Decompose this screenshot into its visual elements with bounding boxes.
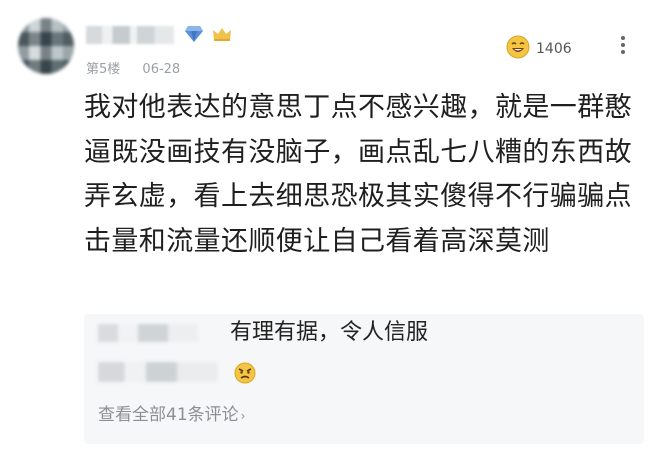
view-all-label: 查看全部41条评论 — [98, 405, 239, 425]
angry-emoji-icon — [234, 362, 256, 388]
chevron-right-icon: › — [240, 409, 246, 423]
reply-author-redacted[interactable] — [98, 362, 218, 382]
diamond-badge-icon — [184, 25, 204, 47]
avatar[interactable] — [18, 18, 74, 74]
laughing-emoji-icon — [506, 35, 530, 63]
like-count: 1406 — [536, 41, 572, 57]
floor-and-date: 第5楼 06-28 — [86, 58, 180, 77]
crown-icon — [212, 26, 232, 46]
reply-author-redacted[interactable] — [98, 324, 198, 342]
comment-text: 我对他表达的意思丁点不感兴趣，就是一群憨逼既没画技有没脑子，画点乱七八糟的东西故… — [84, 92, 632, 257]
comment-card: 第5楼 06-28 1406 我对他表达的意思丁点不感兴趣，就是一群憨逼既没画技… — [0, 0, 660, 459]
reply-text: 有理有据，令人信服 — [230, 320, 429, 345]
floor-label: 第5楼 — [86, 62, 121, 77]
like-button[interactable]: 1406 — [506, 35, 572, 63]
comment-date: 06-28 — [142, 62, 181, 77]
replies-panel: 有理有据，令人信服 查看全部41条评论 › — [84, 314, 644, 444]
more-vertical-icon[interactable] — [616, 36, 630, 54]
view-all-comments-link[interactable]: 查看全部41条评论 › — [98, 400, 245, 425]
username-redacted[interactable] — [86, 26, 174, 44]
